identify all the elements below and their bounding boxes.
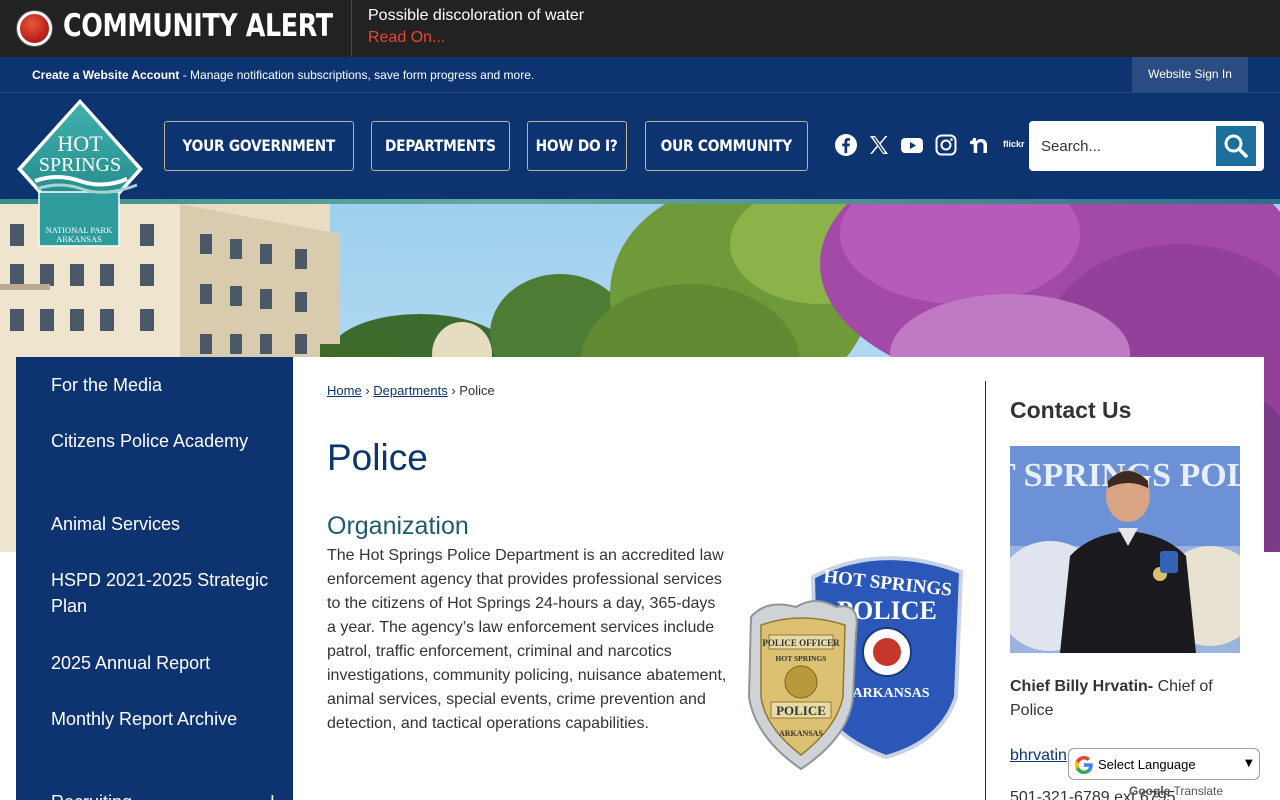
- organization-body-text: The Hot Springs Police Department is an …: [327, 547, 727, 732]
- breadcrumb-departments-link[interactable]: Departments: [373, 383, 447, 398]
- youtube-icon[interactable]: [900, 133, 924, 157]
- google-wordmark: Google: [1129, 784, 1171, 798]
- police-badge-patch-image: HOT SPRINGS POLICE ARKANSAS POLICE OFFIC…: [747, 556, 964, 771]
- alert-icon: [17, 11, 52, 46]
- logo-text-hot: HOT: [57, 131, 103, 156]
- sidebar-item-annual-report[interactable]: 2025 Annual Report: [51, 650, 271, 676]
- chief-name: Chief Billy Hrvatin- Chief of Police: [1010, 675, 1240, 723]
- expand-recruiting-button[interactable]: +: [264, 789, 281, 800]
- hot-springs-logo[interactable]: HOT SPRINGS NATIONAL PARK ARKANSAS: [17, 99, 143, 249]
- create-account-description: - Manage notification subscriptions, sav…: [179, 68, 535, 82]
- nav-our-community-label: OUR COMMUNITY: [660, 136, 793, 155]
- x-icon[interactable]: [867, 133, 891, 157]
- nextdoor-icon[interactable]: [968, 133, 992, 157]
- badge-text-arkansas: ARKANSAS: [779, 729, 824, 738]
- sidebar-item-animal-services[interactable]: Animal Services: [51, 511, 271, 537]
- chief-photo: HOT SPRINGS POLICE: [1010, 446, 1240, 653]
- nav-how-do-i[interactable]: HOW DO I?: [527, 121, 627, 171]
- create-account-text: Create a Website Account - Manage notifi…: [32, 68, 534, 82]
- main-content: Home › Departments › Police Police Organ…: [293, 357, 1264, 800]
- sidebar-nav: For the Media Citizens Police Academy An…: [16, 357, 293, 800]
- create-account-link[interactable]: Create a Website Account: [32, 68, 179, 82]
- page-title: Police: [327, 437, 428, 478]
- content-divider: [985, 381, 986, 800]
- breadcrumb-separator: ›: [451, 383, 456, 398]
- sidebar-item-monthly-report-archive[interactable]: Monthly Report Archive: [51, 706, 271, 732]
- chief-email-link[interactable]: bhrvatin: [1010, 747, 1067, 765]
- language-select[interactable]: Select Language ▼: [1068, 748, 1260, 780]
- facebook-icon[interactable]: [834, 133, 858, 157]
- search-button[interactable]: [1216, 126, 1256, 166]
- sidebar-item-strategic-plan[interactable]: HSPD 2021-2025 Strategic Plan: [51, 567, 271, 619]
- instagram-icon[interactable]: [934, 133, 958, 157]
- chevron-down-icon: ▼: [1245, 758, 1253, 769]
- language-select-label: Select Language: [1098, 757, 1196, 772]
- breadcrumb: Home › Departments › Police: [327, 383, 495, 398]
- nav-your-government-label: YOUR GOVERNMENT: [182, 136, 336, 155]
- nav-our-community[interactable]: OUR COMMUNITY: [645, 121, 808, 171]
- chief-name-bold: Chief Billy Hrvatin-: [1010, 678, 1154, 695]
- translate-wordmark: Translate: [1173, 784, 1224, 798]
- breadcrumb-home-link[interactable]: Home: [327, 383, 362, 398]
- badge-text-police-officer: POLICE OFFICER: [762, 638, 840, 648]
- logo-text-springs: SPRINGS: [39, 154, 121, 176]
- sidebar-item-recruiting[interactable]: Recruiting: [51, 789, 271, 800]
- contact-us-title: Contact Us: [1010, 397, 1132, 423]
- google-g-icon: [1075, 756, 1093, 774]
- nav-departments-label: DEPARTMENTS: [385, 136, 496, 155]
- nav-your-government[interactable]: YOUR GOVERNMENT: [164, 121, 354, 171]
- sidebar-item-citizens-police-academy[interactable]: Citizens Police Academy: [51, 428, 271, 454]
- breadcrumb-current: Police: [459, 383, 495, 398]
- search-icon: [1224, 134, 1248, 158]
- account-bar: Create a Website Account - Manage notifi…: [0, 57, 1280, 93]
- community-alert-bar: COMMUNITY ALERT Possible discoloration o…: [0, 0, 1280, 57]
- nav-how-do-i-label: HOW DO I?: [536, 136, 618, 155]
- alert-title: COMMUNITY ALERT: [63, 8, 333, 44]
- patch-text-arkansas: ARKANSAS: [852, 686, 929, 701]
- nav-departments[interactable]: DEPARTMENTS: [371, 121, 510, 171]
- badge-text-hot-springs: HOT SPRINGS: [776, 654, 827, 663]
- alert-read-on-link[interactable]: Read On...: [368, 29, 445, 47]
- alert-divider: [351, 0, 352, 57]
- website-sign-in-button[interactable]: Website Sign In: [1132, 57, 1248, 92]
- badge-text-police: POLICE: [776, 703, 826, 718]
- powered-by-google-translate[interactable]: Google Translate: [1129, 784, 1223, 798]
- breadcrumb-separator: ›: [365, 383, 370, 398]
- search-input[interactable]: [1041, 131, 1211, 161]
- logo-text-arkansas: ARKANSAS: [56, 234, 102, 244]
- flickr-icon[interactable]: flickr: [1003, 139, 1025, 149]
- alert-message[interactable]: Possible discoloration of water: [368, 7, 584, 25]
- sidebar-item-for-the-media[interactable]: For the Media: [51, 372, 271, 398]
- search-box: [1029, 121, 1264, 171]
- section-title-organization: Organization: [327, 512, 469, 540]
